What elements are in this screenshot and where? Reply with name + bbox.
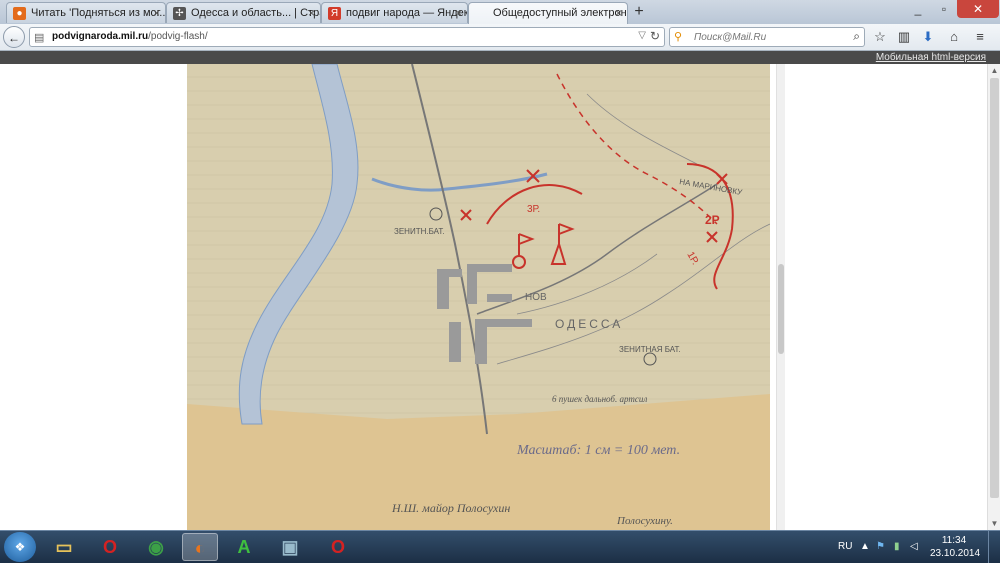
search-bar: ⚲ ⌕ [669, 27, 865, 47]
new-tab-button[interactable]: + [630, 2, 648, 22]
flag-icon[interactable]: ⚑ [876, 541, 885, 552]
start-button[interactable]: ❖ [4, 532, 36, 562]
map-drawing: ЗЕНИТН.БАТ. НОВ ОДЕССА ЗЕНИТНАЯ БАТ. 6 п… [187, 64, 770, 530]
close-tab-icon[interactable]: × [455, 3, 462, 23]
windows-logo-icon: ❖ [14, 540, 26, 554]
show-desktop-button[interactable] [988, 531, 1000, 563]
site-identity-icon[interactable]: ▤ [34, 31, 44, 44]
page-scrollbar[interactable]: ▲ ▼ [987, 64, 1000, 530]
downloads-icon[interactable]: ⬇ [918, 28, 938, 46]
label-odessa: ОДЕССА [555, 317, 623, 331]
label-zenith-top: ЗЕНИТН.БАТ. [394, 227, 445, 236]
back-button[interactable]: ← [3, 26, 25, 48]
tab-odessa[interactable]: ✢ Одесса и область... | Стран... × [166, 2, 321, 23]
label-3r: 3Р. [527, 204, 540, 215]
label-signature: Н.Ш. майор Полосухин [391, 501, 510, 515]
page-scroll-thumb[interactable] [990, 78, 999, 498]
label-nov: НОВ [525, 292, 547, 303]
tab-podvig-naroda[interactable]: Общедоступный электронный ... × [468, 2, 628, 24]
maximize-button[interactable]: ▫ [931, 0, 957, 18]
tab-bar: ● Читать 'Подняться из мог... × ✢ Одесса… [0, 0, 1000, 25]
network-icon[interactable]: ▮ [894, 541, 900, 552]
search-icon[interactable]: ⌕ [853, 29, 860, 44]
bookmark-star-icon[interactable]: ☆ [870, 28, 890, 46]
tab-label: Общедоступный электронный ... [493, 7, 627, 19]
url-text: podvignaroda.mil.ru/podvig-flash/ [52, 31, 208, 42]
opera-taskbar-icon[interactable]: O [92, 533, 128, 561]
label-zenith-bottom: ЗЕНИТНАЯ БАТ. [619, 345, 681, 354]
page-content: ЗЕНИТН.БАТ. НОВ ОДЕССА ЗЕНИТНАЯ БАТ. 6 п… [0, 64, 1000, 530]
navigation-bar: ← ▤ podvignaroda.mil.ru/podvig-flash/ ▽ … [0, 24, 1000, 51]
tray-expand-icon[interactable]: ▲ [860, 541, 870, 552]
browser-favicon-icon: ● [13, 7, 26, 20]
bookmarks-list-icon[interactable]: ▥ [894, 28, 914, 46]
close-tab-icon[interactable]: × [308, 3, 315, 23]
tab-label: Читать 'Подняться из мог... [31, 7, 166, 19]
tab-read-podnyatsya[interactable]: ● Читать 'Подняться из мог... × [6, 2, 166, 23]
minimize-button[interactable]: _ [905, 0, 931, 18]
label-guns: 6 пушек дальноб. артсил [552, 394, 647, 404]
firefox-taskbar-icon[interactable]: ◐ [182, 533, 218, 561]
label-signature-name: Полосухину. [616, 515, 673, 527]
explorer-taskbar-icon[interactable]: ▭ [46, 533, 82, 561]
search-input[interactable] [694, 30, 842, 44]
monitor-taskbar-icon[interactable]: ▣ [272, 533, 308, 561]
close-window-button[interactable]: ✕ [957, 0, 999, 18]
clock-date: 23.10.2014 [930, 548, 981, 559]
search-engine-icon[interactable]: ⚲ [674, 30, 682, 43]
site-favicon-icon: ✢ [173, 7, 186, 20]
opera-2-taskbar-icon[interactable]: O [320, 533, 356, 561]
windows-taskbar: ❖ ▭ O ◉ ◐ A ▣ O RU ▲ ⚑ ▮ ◁ 11:34 23.10.2… [0, 530, 1000, 563]
close-tab-icon[interactable]: × [153, 3, 160, 23]
tab-label: подвиг народа — Яндекс: ... [346, 7, 468, 19]
label-2r: 2Р [705, 213, 720, 227]
tab-label: Одесса и область... | Стран... [191, 7, 320, 19]
history-dropdown-icon[interactable]: ▽ [638, 30, 646, 41]
mobile-version-link[interactable]: Мобильная html-версия [876, 51, 986, 64]
close-tab-icon[interactable]: × [615, 3, 622, 24]
url-path: /podvig-flash/ [148, 31, 208, 42]
mobile-version-strip: Мобильная html-версия [0, 51, 1000, 64]
address-bar[interactable]: ▤ podvignaroda.mil.ru/podvig-flash/ ▽ ↻ [29, 27, 665, 47]
scroll-down-icon[interactable]: ▼ [988, 517, 1000, 530]
volume-icon[interactable]: ◁ [910, 541, 918, 552]
yandex-favicon-icon: Я [328, 7, 341, 20]
tab-yandex[interactable]: Я подвиг народа — Яндекс: ... × [321, 2, 468, 23]
home-icon[interactable]: ⌂ [944, 28, 964, 46]
clock-time: 11:34 [941, 535, 967, 546]
url-domain: podvignaroda.mil.ru [52, 31, 149, 42]
app-a-taskbar-icon[interactable]: A [226, 533, 262, 561]
chrome-taskbar-icon[interactable]: ◉ [138, 533, 174, 561]
language-indicator[interactable]: RU [838, 541, 852, 552]
reload-icon[interactable]: ↻ [650, 29, 660, 43]
scroll-up-icon[interactable]: ▲ [988, 64, 1000, 77]
viewer-scrollbar[interactable] [776, 64, 785, 530]
menu-icon[interactable]: ≡ [970, 28, 990, 46]
archive-map-document[interactable]: ЗЕНИТН.БАТ. НОВ ОДЕССА ЗЕНИТНАЯ БАТ. 6 п… [187, 64, 770, 530]
label-scale: Масштаб: 1 см = 100 мет. [516, 443, 680, 458]
viewer-scroll-thumb[interactable] [778, 264, 784, 354]
system-clock[interactable]: 11:34 23.10.2014 [930, 534, 981, 560]
